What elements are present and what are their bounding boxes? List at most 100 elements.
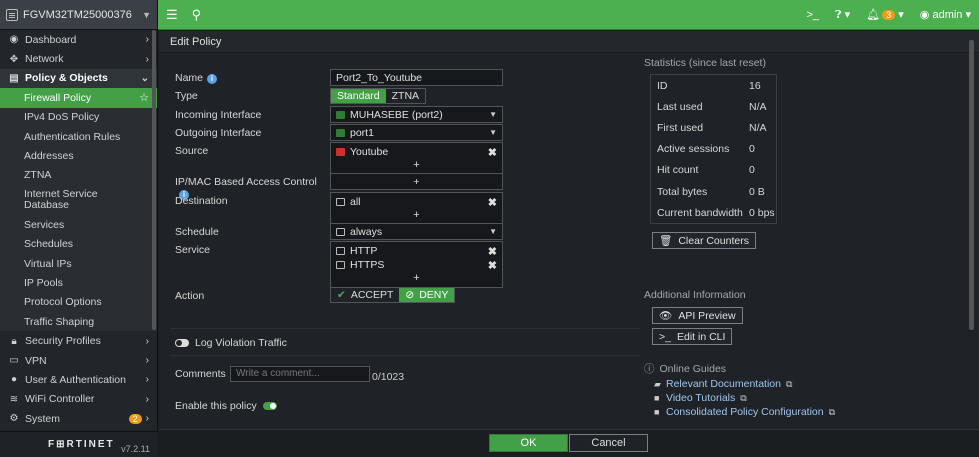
chevron-right-icon: ›	[145, 413, 149, 425]
sidebar-item-security-profiles[interactable]: 🔒︎ Security Profiles ›	[0, 331, 157, 350]
top-bar: ☰ ⚲ >_ ❓︎ ▾ 🔔︎ 3 ▾ ◉ admin ▾	[158, 0, 979, 30]
cancel-button[interactable]: Cancel	[569, 434, 648, 452]
sidebar-item-dashboard[interactable]: ◉ Dashboard ›	[0, 30, 157, 49]
fortinet-logo: F⊞RTINET	[48, 439, 115, 450]
remove-icon[interactable]: ✖	[488, 146, 497, 159]
destination-tag: all ✖	[336, 195, 497, 209]
relevant-docs-link[interactable]: Relevant Documentation ⧉	[666, 378, 792, 390]
cli-console-icon[interactable]: >_	[806, 9, 819, 21]
remove-icon[interactable]: ✖	[488, 245, 497, 258]
sidebar-item-ip-pools[interactable]: IP Pools	[0, 273, 157, 293]
service-tag: HTTPS ✖	[336, 258, 497, 272]
search-icon[interactable]: ⚲	[192, 7, 202, 23]
comments-input[interactable]: Write a comment...	[230, 366, 370, 382]
sidebar-item-traffic-shaping[interactable]: Traffic Shaping	[0, 312, 157, 332]
sidebar-item-internet-service-database[interactable]: Internet Service Database	[0, 185, 157, 216]
stat-row: Total bytes 0 B	[657, 185, 765, 198]
network-icon: ✥	[9, 53, 19, 65]
service-field[interactable]: HTTP ✖ HTTPS ✖ +	[330, 241, 503, 288]
info-icon[interactable]: i	[207, 74, 218, 84]
outgoing-row: Outgoing Interface port1 ▼	[175, 124, 655, 141]
alerts-badge: 3	[882, 10, 896, 20]
trash-icon: 🗑︎	[659, 235, 673, 247]
dropdown-arrow-icon: ▼	[489, 128, 497, 137]
monitor-icon: ▭	[9, 355, 19, 367]
caret-down-icon: ▼	[142, 9, 151, 20]
wifi-icon: ≋	[9, 393, 19, 405]
schedule-select[interactable]: always ▼	[330, 223, 503, 240]
sidebar-item-firewall-policy[interactable]: Firewall Policy ☆	[0, 88, 157, 108]
sidebar-item-system[interactable]: ⚙ System 2 ›	[0, 409, 157, 428]
gear-icon: ⚙	[9, 413, 19, 425]
sidebar-item-network[interactable]: ✥ Network ›	[0, 49, 157, 68]
destination-field[interactable]: all ✖ +	[330, 192, 503, 225]
sidebar-item-user-authentication[interactable]: ● User & Authentication ›	[0, 370, 157, 389]
stat-row: Active sessions 0	[657, 143, 755, 156]
action-accept-option[interactable]: ✔ ACCEPT	[331, 288, 399, 302]
additional-info-title: Additional Information	[644, 289, 746, 301]
guide-consolidated-policy: ■ Consolidated Policy Configuration ⧉	[654, 406, 835, 418]
external-link-icon: ⧉	[740, 392, 747, 403]
chevron-right-icon: ›	[145, 393, 149, 405]
name-input[interactable]: Port2_To_Youtube	[330, 69, 503, 86]
sidebar-item-services[interactable]: Services	[0, 215, 157, 235]
comments-label: Comments	[175, 368, 226, 380]
sidebar-item-policy-objects[interactable]: ▤ Policy & Objects ⌄	[0, 68, 157, 89]
chevron-right-icon: ›	[145, 34, 149, 46]
sidebar-scrollbar[interactable]	[152, 30, 156, 330]
remove-icon[interactable]: ✖	[488, 196, 497, 209]
clear-counters-button[interactable]: 🗑︎ Clear Counters	[652, 232, 756, 249]
guide-video-tutorials: ■ Video Tutorials ⧉	[654, 392, 747, 404]
form-footer: OK Cancel	[159, 429, 979, 457]
incoming-interface-select[interactable]: MUHASEBE (port2) ▼	[330, 106, 503, 123]
action-row: Action ✔ ACCEPT ⊘ DENY	[175, 287, 655, 303]
api-preview-button[interactable]: 👁︎ API Preview	[652, 307, 743, 324]
type-standard-option[interactable]: Standard	[331, 89, 386, 103]
sidebar-item-addresses[interactable]: Addresses	[0, 146, 157, 166]
add-service-icon[interactable]: +	[336, 272, 497, 285]
video-icon: ■	[654, 393, 660, 403]
star-icon[interactable]: ☆	[139, 91, 149, 104]
service-tag: HTTP ✖	[336, 244, 497, 258]
outgoing-interface-select[interactable]: port1 ▼	[330, 124, 503, 141]
edit-in-cli-button[interactable]: >_ Edit in CLI	[652, 328, 733, 345]
chevron-right-icon: ›	[145, 374, 149, 386]
interface-icon	[336, 110, 345, 119]
device-selector[interactable]: FGVM32TM25000376 ▼	[0, 0, 157, 30]
sidebar-item-virtual-ips[interactable]: Virtual IPs	[0, 253, 157, 274]
sidebar-item-schedules[interactable]: Schedules	[0, 234, 157, 254]
sidebar-item-authentication-rules[interactable]: Authentication Rules	[0, 126, 157, 147]
sidebar-item-ztna[interactable]: ZTNA	[0, 165, 157, 186]
sidebar-item-vpn[interactable]: ▭ VPN ›	[0, 351, 157, 370]
remove-icon[interactable]: ✖	[488, 259, 497, 272]
add-destination-icon[interactable]: +	[336, 209, 497, 222]
notifications-button[interactable]: 🔔︎ 3 ▾	[866, 8, 904, 21]
stat-row: Hit count 0	[657, 164, 755, 177]
sidebar-item-wifi-controller[interactable]: ≋ WiFi Controller ›	[0, 390, 157, 409]
content-scrollbar[interactable]	[969, 40, 974, 330]
video-tutorials-link[interactable]: Video Tutorials ⧉	[666, 392, 747, 404]
source-field[interactable]: Youtube ✖ +	[330, 142, 503, 175]
chevron-right-icon: ›	[145, 355, 149, 367]
add-ipmac-icon[interactable]: +	[413, 176, 419, 188]
comments-count: 0/1023	[372, 371, 405, 383]
log-violation-toggle[interactable]: Log Violation Traffic	[175, 337, 287, 349]
user-menu[interactable]: ◉ admin ▾	[920, 8, 971, 21]
enable-policy-toggle[interactable]	[262, 402, 277, 411]
action-deny-option[interactable]: ⊘ DENY	[399, 288, 455, 302]
cli-icon: >_	[659, 330, 671, 343]
type-ztna-option[interactable]: ZTNA	[386, 89, 425, 103]
menu-toggle-icon[interactable]: ☰	[166, 7, 178, 23]
system-badge: 2	[128, 413, 142, 424]
consolidated-policy-link[interactable]: Consolidated Policy Configuration ⧉	[666, 406, 835, 418]
stat-row: Last used N/A	[657, 100, 767, 113]
add-source-icon[interactable]: +	[336, 159, 497, 172]
ok-button[interactable]: OK	[489, 434, 568, 452]
ipmac-field[interactable]: +	[330, 173, 503, 190]
user-circle-icon: ◉	[919, 9, 930, 21]
sidebar-item-ipv4-dos-policy[interactable]: IPv4 DoS Policy	[0, 107, 157, 127]
external-link-icon: ⧉	[785, 378, 793, 389]
divider	[170, 328, 640, 329]
sidebar-item-protocol-options[interactable]: Protocol Options	[0, 292, 157, 313]
help-icon[interactable]: ❓︎ ▾	[835, 8, 850, 22]
